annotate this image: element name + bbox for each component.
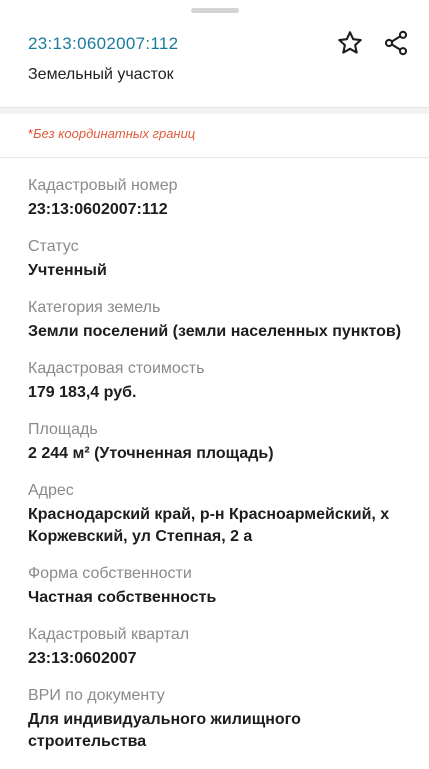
field-label: Форма собственности xyxy=(28,565,192,582)
field-label: Площадь xyxy=(28,421,98,438)
field-value: Земли поселений (земли населенных пункто… xyxy=(28,323,402,340)
field-value: Учтенный xyxy=(28,262,107,279)
no-boundaries-warning: *Без координатных границ xyxy=(28,126,195,141)
field-ownership-form: Форма собственности Частная собственност… xyxy=(28,564,405,609)
field-cadastral-quarter: Кадастровый квартал 23:13:0602007 xyxy=(28,625,405,670)
field-cadastral-value: Кадастровая стоимость 179 183,4 руб. xyxy=(28,359,405,404)
property-fields: Кадастровый номер 23:13:0602007:112 Стат… xyxy=(28,176,405,769)
field-label: Кадастровая стоимость xyxy=(28,360,205,377)
field-value: Частная собственность xyxy=(28,589,217,606)
field-area: Площадь 2 244 м² (Уточненная площадь) xyxy=(28,420,405,465)
star-icon[interactable] xyxy=(335,28,365,58)
field-address: Адрес Краснодарский край, р-н Красноарме… xyxy=(28,481,405,548)
field-label: Кадастровый номер xyxy=(28,177,178,194)
field-label: Статус xyxy=(28,238,79,255)
field-label: Категория земель xyxy=(28,299,161,316)
field-label: ВРИ по документу xyxy=(28,687,165,704)
field-value: 179 183,4 руб. xyxy=(28,384,137,401)
field-cadastral-number: Кадастровый номер 23:13:0602007:112 xyxy=(28,176,405,221)
share-icon[interactable] xyxy=(381,28,411,58)
field-land-category: Категория земель Земли поселений (земли … xyxy=(28,298,405,343)
field-label: Кадастровый квартал xyxy=(28,626,190,643)
field-value: Краснодарский край, р-н Красноармейский,… xyxy=(28,506,390,545)
warning-text: Без координатных границ xyxy=(33,126,196,141)
header-actions xyxy=(335,28,411,58)
field-permitted-use: ВРИ по документу Для индивидуального жил… xyxy=(28,686,405,753)
section-divider xyxy=(0,108,429,114)
field-label: Адрес xyxy=(28,482,74,499)
field-value: 2 244 м² (Уточненная площадь) xyxy=(28,445,274,462)
object-type: Земельный участок xyxy=(28,66,174,83)
separator xyxy=(0,157,429,158)
header: 23:13:0602007:112 Земельный участок xyxy=(0,0,429,108)
field-value: Для индивидуального жилищного строительс… xyxy=(28,711,301,750)
field-status: Статус Учтенный xyxy=(28,237,405,282)
field-value: 23:13:0602007:112 xyxy=(28,201,168,218)
field-value: 23:13:0602007 xyxy=(28,650,137,667)
cadastral-number-link[interactable]: 23:13:0602007:112 xyxy=(28,34,178,54)
